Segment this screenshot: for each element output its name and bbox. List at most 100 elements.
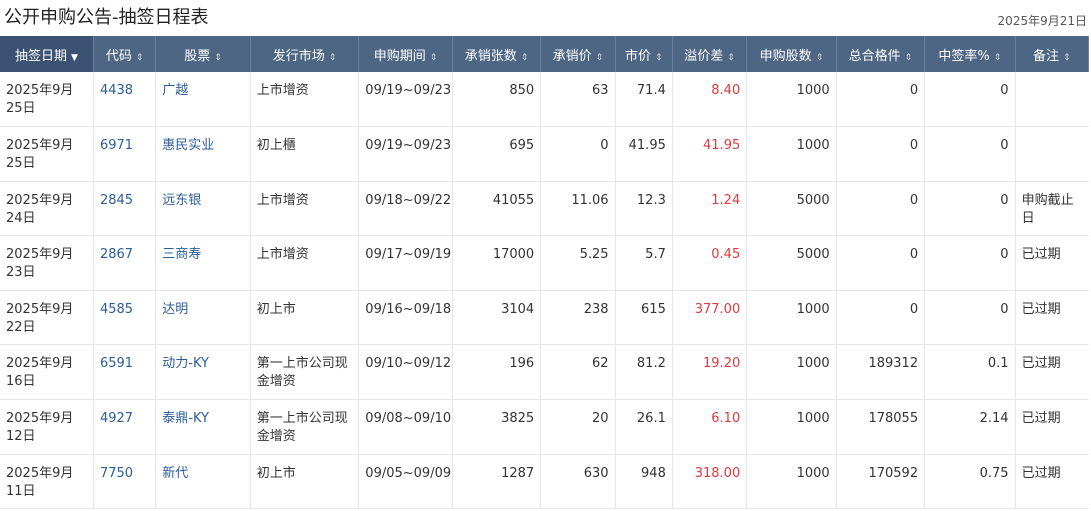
table-row: 2025年9月11日 7750 新代 初上市 09/05~09/09 1287 630 948… bbox=[0, 454, 1089, 510]
stock-name-link[interactable]: 三商寿 bbox=[162, 247, 201, 262]
cell-lots: 17000 bbox=[452, 235, 542, 291]
cell-note: 已过期 bbox=[1015, 344, 1089, 401]
cell-period: 09/18~09/22 bbox=[358, 181, 453, 237]
cell-draw-date: 2025年9月24日 bbox=[0, 181, 94, 237]
stock-code-link[interactable]: 4438 bbox=[100, 83, 133, 98]
stock-name-link[interactable]: 广越 bbox=[162, 83, 188, 98]
cell-shares: 1000 bbox=[746, 72, 837, 128]
column-header-label: 承销张数 bbox=[464, 48, 517, 64]
cell-rate: 0 bbox=[924, 126, 1016, 182]
table-row: 2025年9月22日 4585 达明 初上市 09/16~09/18 3104 238 615… bbox=[0, 290, 1089, 346]
cell-shares: 1000 bbox=[746, 454, 837, 510]
stock-code-link[interactable]: 6591 bbox=[100, 356, 133, 371]
column-header-premium-spread[interactable]: 溢价差 ⇕ bbox=[672, 36, 748, 72]
cell-price: 62 bbox=[540, 344, 616, 401]
cell-spread: 41.95 bbox=[672, 126, 748, 182]
cell-period: 09/17~09/19 bbox=[358, 235, 453, 291]
cell-qualified: 0 bbox=[836, 181, 926, 237]
cell-rate: 2.14 bbox=[924, 399, 1016, 455]
column-header-draw-date[interactable]: 抽签日期 ▼ bbox=[0, 36, 94, 72]
cell-rate: 0 bbox=[924, 235, 1016, 291]
sort-icon[interactable]: ⇕ bbox=[905, 53, 913, 63]
stock-name-link[interactable]: 远东银 bbox=[162, 193, 201, 208]
cell-code: 4438 bbox=[93, 72, 157, 128]
column-header-label: 溢价差 bbox=[684, 48, 724, 64]
cell-note bbox=[1015, 72, 1089, 128]
cell-spread: 0.45 bbox=[672, 235, 748, 291]
cell-market-price: 26.1 bbox=[615, 399, 673, 455]
cell-period: 09/16~09/18 bbox=[358, 290, 453, 346]
column-header-market-price[interactable]: 市价 ⇕ bbox=[615, 36, 673, 72]
table-row: 2025年9月16日 6591 动力-KY 第一上市公司现金增资 09/10~09/12… bbox=[0, 344, 1089, 401]
sort-icon[interactable]: ⇕ bbox=[655, 53, 663, 63]
cell-lots: 3104 bbox=[452, 290, 542, 346]
stock-code-link[interactable]: 6971 bbox=[100, 138, 133, 153]
cell-price: 5.25 bbox=[540, 235, 616, 291]
column-header-subscription-shares[interactable]: 申购股数 ⇕ bbox=[746, 36, 837, 72]
sort-desc-icon[interactable]: ▼ bbox=[71, 53, 78, 63]
cell-qualified: 0 bbox=[836, 72, 926, 128]
cell-price: 238 bbox=[540, 290, 616, 346]
stock-code-link[interactable]: 2867 bbox=[100, 247, 133, 262]
table-row: 2025年9月12日 4927 泰鼎-KY 第一上市公司现金增资 09/08~09/10… bbox=[0, 399, 1089, 455]
cell-code: 7750 bbox=[93, 454, 157, 510]
cell-spread: 8.40 bbox=[672, 72, 748, 128]
cell-code: 6971 bbox=[93, 126, 157, 182]
table-row: 2025年9月25日 4438 广越 上市增资 09/19~09/23 850 63 71.4… bbox=[0, 72, 1089, 128]
cell-code: 2867 bbox=[93, 235, 157, 291]
sort-icon[interactable]: ⇕ bbox=[214, 53, 222, 63]
column-header-label: 中签率% bbox=[938, 48, 990, 64]
cell-rate: 0.75 bbox=[924, 454, 1016, 510]
cell-rate: 0 bbox=[924, 290, 1016, 346]
stock-name-link[interactable]: 泰鼎-KY bbox=[162, 411, 209, 426]
stock-name-link[interactable]: 惠民实业 bbox=[162, 138, 214, 153]
sort-icon[interactable]: ⇕ bbox=[521, 53, 529, 63]
cell-shares: 5000 bbox=[746, 181, 837, 237]
column-header-remarks[interactable]: 备注 ⇕ bbox=[1015, 36, 1090, 72]
cell-stock: 动力-KY bbox=[155, 344, 251, 401]
cell-period: 09/19~09/23 bbox=[358, 126, 453, 182]
sort-icon[interactable]: ⇕ bbox=[136, 53, 144, 63]
column-header-stock[interactable]: 股票 ⇕ bbox=[155, 36, 251, 72]
cell-note: 已过期 bbox=[1015, 399, 1089, 455]
stock-code-link[interactable]: 4585 bbox=[100, 302, 133, 317]
sort-icon[interactable]: ⇕ bbox=[1063, 53, 1071, 63]
title-bar: 公开申购公告-抽签日程表 2025年9月21日 bbox=[0, 0, 1091, 36]
cell-qualified: 189312 bbox=[836, 344, 926, 401]
stock-name-link[interactable]: 新代 bbox=[162, 466, 188, 481]
stock-name-link[interactable]: 达明 bbox=[162, 302, 188, 317]
column-header-label: 抽签日期 bbox=[15, 48, 68, 64]
cell-draw-date: 2025年9月22日 bbox=[0, 290, 94, 346]
stock-code-link[interactable]: 4927 bbox=[100, 411, 133, 426]
column-header-underwriting-price[interactable]: 承销价 ⇕ bbox=[540, 36, 616, 72]
column-header-subscription-period[interactable]: 申购期间 ⇕ bbox=[358, 36, 453, 72]
stock-name-link[interactable]: 动力-KY bbox=[162, 356, 209, 371]
cell-qualified: 0 bbox=[836, 290, 926, 346]
cell-spread: 6.10 bbox=[672, 399, 748, 455]
cell-stock: 达明 bbox=[155, 290, 251, 346]
stock-code-link[interactable]: 7750 bbox=[100, 466, 133, 481]
table-row: 2025年9月23日 2867 三商寿 上市增资 09/17~09/19 17000 5.2… bbox=[0, 235, 1089, 291]
column-header-underwriting-lots[interactable]: 承销张数 ⇕ bbox=[452, 36, 542, 72]
column-header-winning-rate[interactable]: 中签率% ⇕ bbox=[924, 36, 1016, 72]
sort-icon[interactable]: ⇕ bbox=[727, 53, 735, 63]
sort-icon[interactable]: ⇕ bbox=[329, 53, 337, 63]
cell-market-price: 615 bbox=[615, 290, 673, 346]
column-header-market[interactable]: 发行市场 ⇕ bbox=[250, 36, 360, 72]
sort-icon[interactable]: ⇕ bbox=[596, 53, 604, 63]
column-header-code[interactable]: 代码 ⇕ bbox=[93, 36, 157, 72]
column-header-total-qualified[interactable]: 总合格件 ⇕ bbox=[836, 36, 926, 72]
column-header-label: 发行市场 bbox=[272, 48, 325, 64]
cell-qualified: 0 bbox=[836, 126, 926, 182]
cell-market-price: 81.2 bbox=[615, 344, 673, 401]
sort-icon[interactable]: ⇕ bbox=[994, 53, 1002, 63]
sort-icon[interactable]: ⇕ bbox=[816, 53, 824, 63]
stock-code-link[interactable]: 2845 bbox=[100, 193, 133, 208]
sort-icon[interactable]: ⇕ bbox=[430, 53, 438, 63]
cell-shares: 5000 bbox=[746, 235, 837, 291]
cell-draw-date: 2025年9月16日 bbox=[0, 344, 94, 401]
cell-market-price: 41.95 bbox=[615, 126, 673, 182]
cell-draw-date: 2025年9月23日 bbox=[0, 235, 94, 291]
cell-spread: 318.00 bbox=[672, 454, 748, 510]
cell-stock: 惠民实业 bbox=[155, 126, 251, 182]
